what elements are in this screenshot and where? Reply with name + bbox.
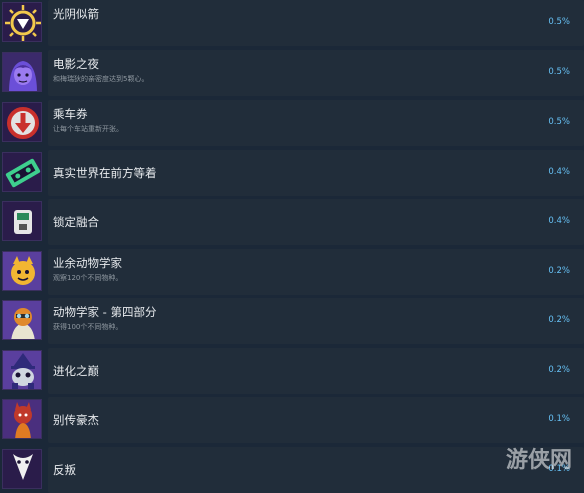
- achievement-percent: 0.5%: [548, 17, 570, 27]
- achievement-row: 光阴似箭 0.5%: [0, 0, 584, 46]
- achievement-panel: 别传豪杰 0.1%: [48, 397, 584, 443]
- achievement-row: 电影之夜 和梅瑞狄的亲密度达到5颗心。 0.5%: [0, 50, 584, 96]
- down-arrow-ticket-icon: [2, 102, 42, 142]
- red-hero-icon: [2, 399, 42, 439]
- achievement-row: 锁定融合 0.4%: [0, 199, 584, 245]
- achievement-panel: 反叛 0.1%: [48, 447, 584, 493]
- device-lock-icon: [2, 201, 42, 241]
- portrait-girl-icon: [2, 52, 42, 92]
- achievement-title: 乘车券: [53, 107, 88, 121]
- sun-eye-icon: [2, 2, 42, 42]
- achievement-title: 光阴似箭: [53, 7, 99, 21]
- cassette-tape-icon: [2, 152, 42, 192]
- achievement-panel: 锁定融合 0.4%: [48, 199, 584, 245]
- achievement-panel: 业余动物学家 观察120个不同物种。 0.2%: [48, 249, 584, 295]
- achievement-title: 反叛: [53, 463, 76, 477]
- achievement-description: 和梅瑞狄的亲密度达到5颗心。: [53, 75, 149, 83]
- achievement-panel: 进化之巅 0.2%: [48, 348, 584, 394]
- achievement-percent: 0.4%: [548, 167, 570, 177]
- yellow-creature-icon: [2, 251, 42, 291]
- achievement-description: 观察120个不同物种。: [53, 274, 123, 282]
- achievement-panel: 真实世界在前方等着 0.4%: [48, 150, 584, 196]
- achievement-percent: 0.1%: [548, 414, 570, 424]
- achievement-row: 真实世界在前方等着 0.4%: [0, 150, 584, 196]
- achievement-row: 反叛 0.1%: [0, 447, 584, 493]
- wizard-creature-icon: [2, 350, 42, 390]
- achievement-percent: 0.5%: [548, 117, 570, 127]
- achievement-panel: 光阴似箭 0.5%: [48, 0, 584, 46]
- rebel-mask-icon: [2, 449, 42, 489]
- achievement-percent: 0.2%: [548, 315, 570, 325]
- achievement-percent: 0.5%: [548, 67, 570, 77]
- achievement-percent: 0.4%: [548, 216, 570, 226]
- achievement-percent: 0.2%: [548, 266, 570, 276]
- achievement-title: 业余动物学家: [53, 256, 122, 270]
- achievement-title: 真实世界在前方等着: [53, 166, 157, 180]
- achievement-row: 进化之巅 0.2%: [0, 348, 584, 394]
- watermark-logo: 游侠网: [505, 447, 572, 473]
- achievement-percent: 0.2%: [548, 365, 570, 375]
- achievement-description: 让每个车站重新开张。: [53, 125, 123, 133]
- achievement-title: 别传豪杰: [53, 413, 99, 427]
- achievement-panel: 电影之夜 和梅瑞狄的亲密度达到5颗心。 0.5%: [48, 50, 584, 96]
- achievement-title: 进化之巅: [53, 364, 99, 378]
- scientist-creature-icon: [2, 300, 42, 340]
- achievement-row: 动物学家 - 第四部分 获得100个不同物种。 0.2%: [0, 298, 584, 344]
- achievement-panel: 动物学家 - 第四部分 获得100个不同物种。 0.2%: [48, 298, 584, 344]
- achievement-title: 电影之夜: [53, 57, 99, 71]
- achievement-row: 业余动物学家 观察120个不同物种。 0.2%: [0, 249, 584, 295]
- achievement-panel: 乘车券 让每个车站重新开张。 0.5%: [48, 100, 584, 146]
- achievement-title: 锁定融合: [53, 215, 99, 229]
- achievement-description: 获得100个不同物种。: [53, 323, 123, 331]
- achievement-row: 乘车券 让每个车站重新开张。 0.5%: [0, 100, 584, 146]
- achievement-title: 动物学家 - 第四部分: [53, 305, 157, 319]
- achievement-row: 别传豪杰 0.1%: [0, 397, 584, 443]
